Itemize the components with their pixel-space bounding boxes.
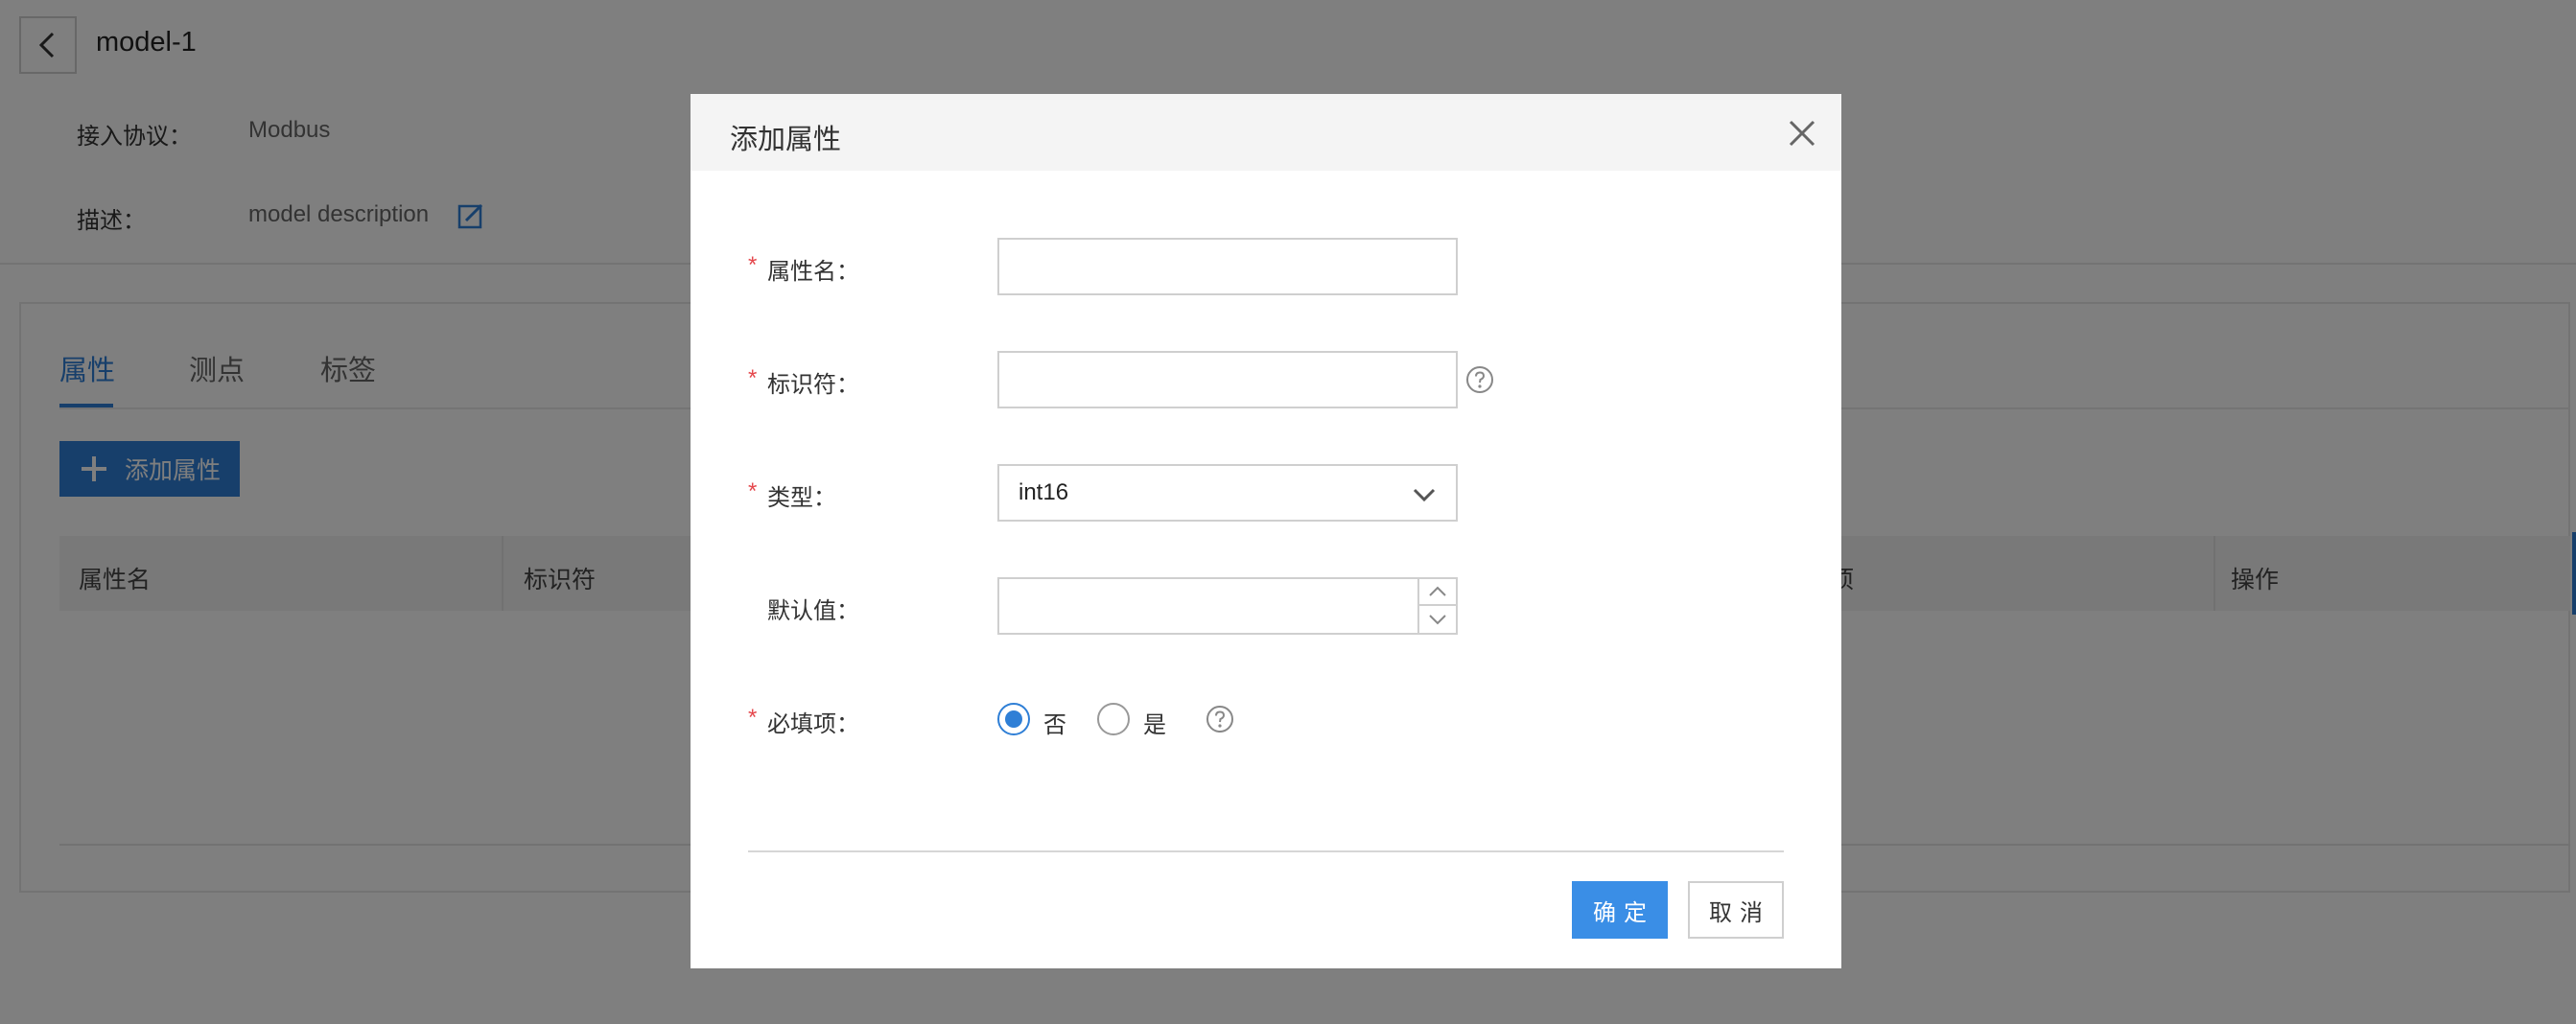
name-label: 属性名：: [767, 259, 859, 285]
required-label: 必填项：: [767, 711, 859, 737]
required-yes-radio[interactable]: [1097, 703, 1130, 735]
type-label: 类型：: [767, 485, 836, 511]
type-select-value: int16: [1019, 479, 1069, 505]
identifier-help-icon[interactable]: [1465, 365, 1494, 394]
required-no-label[interactable]: 否: [1043, 706, 1066, 739]
required-mark: *: [748, 252, 758, 278]
type-select[interactable]: int16: [997, 464, 1458, 522]
dialog-title: 添加属性: [730, 125, 842, 155]
identifier-label: 标识符：: [767, 372, 859, 398]
required-help-icon[interactable]: [1206, 705, 1234, 733]
dialog-footer-divider: [748, 850, 1784, 852]
chevron-up-icon: [1429, 586, 1446, 596]
confirm-button[interactable]: 确定: [1572, 881, 1668, 939]
cancel-button[interactable]: 取消: [1688, 881, 1784, 939]
close-icon[interactable]: [1788, 119, 1816, 148]
decrement-button[interactable]: [1419, 606, 1456, 633]
required-mark: *: [748, 705, 758, 731]
add-property-dialog: 添加属性 * 属性名： * 标识符： * 类型： int16 默认值： * 必填…: [691, 94, 1841, 968]
required-mark: *: [748, 478, 758, 504]
required-no-radio[interactable]: [997, 703, 1030, 735]
default-label: 默认值：: [767, 598, 859, 624]
increment-button[interactable]: [1419, 579, 1456, 606]
dialog-header: 添加属性: [691, 94, 1841, 171]
chevron-down-icon: [1429, 615, 1446, 625]
property-name-input[interactable]: [997, 238, 1458, 295]
default-value-input[interactable]: [997, 577, 1458, 635]
number-stepper: [1417, 579, 1456, 633]
chevron-down-icon: [1413, 488, 1436, 502]
required-yes-label[interactable]: 是: [1143, 706, 1166, 739]
identifier-input[interactable]: [997, 351, 1458, 408]
required-mark: *: [748, 365, 758, 391]
